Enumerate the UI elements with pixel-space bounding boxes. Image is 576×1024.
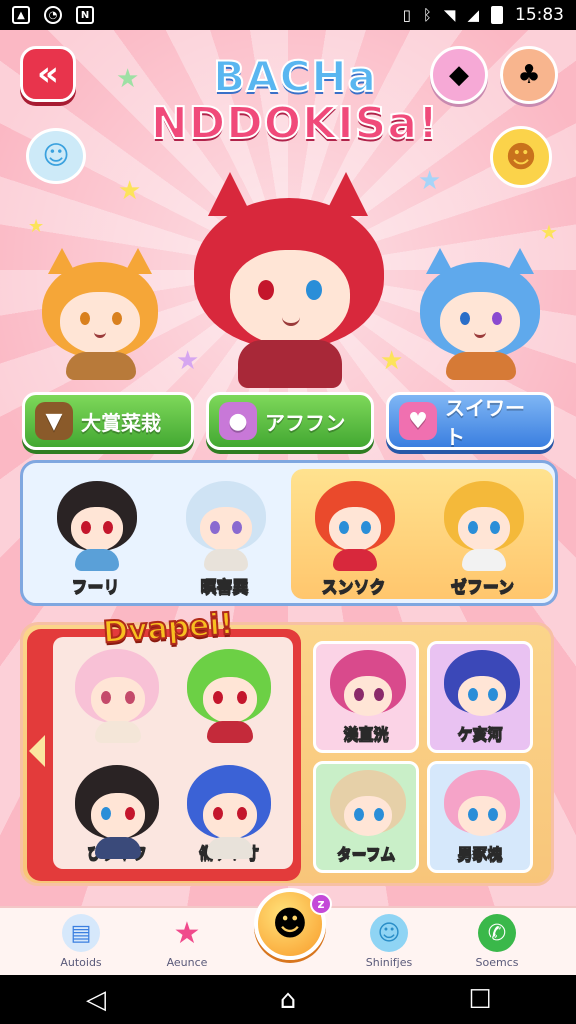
slime-icon: ●	[219, 402, 257, 440]
character-card[interactable]: フーリ	[31, 471, 160, 601]
character-name: ゼフーン	[450, 577, 515, 597]
game-logo: BACHa NDDOKISa!	[150, 52, 440, 149]
center-badge: z	[310, 893, 332, 915]
character-portrait	[440, 766, 524, 850]
status-time: 15:83	[515, 5, 564, 25]
character-portrait	[71, 643, 163, 743]
character-tile[interactable]: 渼直洸	[313, 641, 419, 753]
star-icon: ★	[28, 216, 45, 237]
character-tile[interactable]: ターフム	[313, 761, 419, 873]
vibrate-icon: ▯	[402, 6, 411, 24]
hero-character-center[interactable]	[186, 168, 392, 388]
character-name: 暝害巽	[200, 577, 249, 597]
character-portrait	[440, 646, 524, 730]
action-label: 大賞菜栽	[81, 410, 161, 435]
heart-icon: ♥	[399, 402, 437, 440]
action-label: スイワート	[445, 396, 525, 449]
back-triangle-icon[interactable]: ◁	[66, 985, 126, 1015]
character-portrait	[71, 759, 163, 859]
chat-bubble-icon[interactable]: ☺	[26, 128, 86, 184]
character-portrait	[53, 475, 141, 571]
bucket-icon: ▼	[35, 402, 73, 440]
nav-label: Shinifjes	[365, 956, 413, 969]
character-name: フーリ	[71, 577, 120, 597]
signal-icon: ◢	[467, 6, 479, 24]
phone-icon: ✆	[478, 914, 516, 952]
recents-icon[interactable]: ☐	[450, 985, 510, 1015]
nav-aeunce[interactable]: ★ Aeunce	[142, 914, 232, 970]
scroll-left-arrow[interactable]	[29, 735, 45, 767]
nav-label: Soemcs	[475, 956, 519, 969]
nav-shinifjes[interactable]: ☺ Shinifjes	[344, 914, 434, 969]
battery-icon	[491, 6, 503, 24]
game-screen: « BACHa NDDOKISa! ◆ ♣ ☺ ☻ ★ ★ ★ ★ ★ ★ ★	[0, 30, 576, 975]
bluetooth-icon: ᛒ	[422, 6, 432, 24]
gallery-icon: ▲	[12, 6, 30, 24]
star-icon: ★	[116, 64, 140, 94]
action-button-heart[interactable]: ♥ スイワート	[386, 392, 554, 450]
smiley-bubble-icon[interactable]: ☻	[490, 126, 552, 188]
wifi-icon: ◥	[443, 6, 456, 24]
featured-character-card[interactable]: ひクネフ	[61, 755, 173, 867]
character-card[interactable]: 暝害巽	[160, 471, 289, 601]
logo-line-1: BACHa	[212, 52, 377, 101]
character-portrait	[182, 475, 270, 571]
character-portrait	[311, 475, 399, 571]
featured-panel: Dvapei! 渼直洸 ケ亥河 ターフム 男豕槐	[20, 605, 554, 886]
basket-icon: ▤	[62, 914, 100, 952]
back-button[interactable]: «	[20, 46, 76, 102]
featured-character-card[interactable]	[61, 639, 173, 751]
character-card-selected[interactable]: ゼフーン	[418, 471, 547, 601]
featured-character-card[interactable]: 備ケト寸	[173, 755, 285, 867]
character-portrait	[326, 766, 410, 850]
character-portrait	[440, 475, 528, 571]
featured-character-card[interactable]	[173, 639, 285, 751]
character-card-selected[interactable]: スンソク	[289, 471, 418, 601]
whatsapp-icon: ◔	[44, 6, 62, 24]
nav-autoids[interactable]: ▤ Autoids	[36, 914, 126, 969]
character-tile[interactable]: ケ亥河	[427, 641, 533, 753]
nfc-icon: N	[76, 6, 94, 24]
action-button-bucket[interactable]: ▼ 大賞菜栽	[22, 392, 194, 450]
character-portrait	[326, 646, 410, 730]
character-tile[interactable]: 男豕槐	[427, 761, 533, 873]
hero-character-left[interactable]	[36, 240, 164, 380]
star-icon: ★	[173, 915, 201, 951]
character-roster-panel: フーリ 暝害巽 スンソク ゼフーン	[20, 460, 558, 606]
system-nav-bar: ◁ ⌂ ☐	[0, 975, 576, 1024]
home-icon[interactable]: ⌂	[258, 985, 318, 1015]
star-icon: ★	[418, 166, 442, 196]
cat-icon: ♣	[517, 60, 541, 90]
nav-label: Aeunce	[166, 956, 208, 969]
star-icon: ★	[118, 176, 142, 206]
cat-icon-button[interactable]: ♣	[500, 46, 558, 104]
smiley-icon: ☻	[272, 904, 308, 944]
action-button-row: ▼ 大賞菜栽 ● アフフン ♥ スイワート	[22, 392, 554, 450]
blob-icon: ☺	[370, 914, 408, 952]
bird-icon: ◆	[449, 60, 469, 90]
character-portrait	[183, 759, 275, 859]
bird-icon-button[interactable]: ◆	[430, 46, 488, 104]
nav-label: Autoids	[60, 956, 102, 969]
status-bar: ▲ ◔ N ▯ ᛒ ◥ ◢ 15:83	[0, 0, 576, 30]
character-portrait	[183, 643, 275, 743]
hero-character-right[interactable]	[414, 240, 546, 380]
logo-line-2: NDDOKISa!	[150, 98, 440, 149]
nav-soemcs[interactable]: ✆ Soemcs	[452, 914, 542, 969]
character-name: スンソク	[321, 577, 386, 597]
action-button-slime[interactable]: ● アフフン	[206, 392, 374, 450]
action-label: アフフン	[265, 410, 346, 435]
